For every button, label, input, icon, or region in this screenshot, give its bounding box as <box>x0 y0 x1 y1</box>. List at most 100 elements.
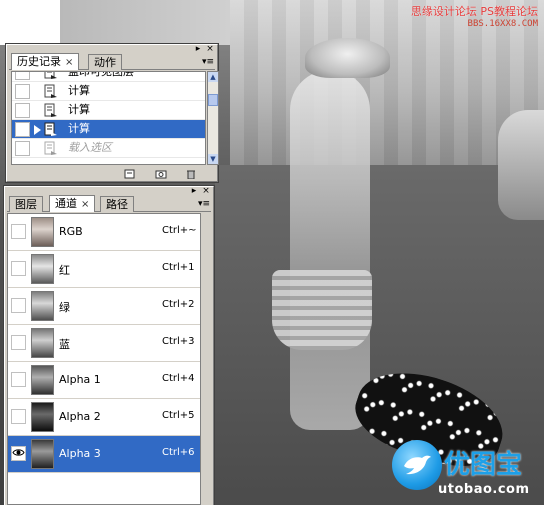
scroll-up-icon[interactable]: ▲ <box>208 72 218 82</box>
channel-name: Alpha 1 <box>59 373 101 386</box>
channel-row-green[interactable]: 绿 Ctrl+2 <box>8 288 200 325</box>
history-scrollbar[interactable]: ▲ ▼ <box>207 71 219 165</box>
panel-menu-icon[interactable]: ▾≡ <box>201 56 215 68</box>
tab-actions-label: 动作 <box>94 56 116 69</box>
bird-icon <box>392 440 442 490</box>
history-item[interactable]: 计算 <box>12 82 205 101</box>
history-item[interactable]: 计算 <box>12 101 205 120</box>
channel-row-alpha3[interactable]: Alpha 3 Ctrl+6 <box>8 436 200 473</box>
history-item-label: 计算 <box>68 122 90 135</box>
channel-name: Alpha 3 <box>59 447 101 460</box>
visibility-toggle[interactable] <box>11 261 26 276</box>
tab-history[interactable]: 历史记录 × <box>11 53 80 70</box>
channel-row-alpha1[interactable]: Alpha 1 Ctrl+4 <box>8 362 200 399</box>
history-source-checkbox[interactable] <box>15 141 30 156</box>
channel-name: 红 <box>59 264 70 277</box>
tab-layers-label: 图层 <box>15 198 37 211</box>
history-item-selected[interactable]: 计算 <box>12 120 205 139</box>
visibility-toggle[interactable] <box>11 372 26 387</box>
history-source-checkbox[interactable] <box>15 122 30 137</box>
channel-thumbnail <box>31 439 54 469</box>
canvas-sky-region <box>60 0 230 45</box>
channel-thumbnail <box>31 291 54 321</box>
history-item-label: 计算 <box>68 103 90 116</box>
close-icon[interactable]: × <box>205 45 215 54</box>
visibility-toggle[interactable] <box>11 298 26 313</box>
channel-shortcut: Ctrl+1 <box>162 262 195 273</box>
history-panel: ▸ × 历史记录 × 动作 ▾≡ 盖印可见图层 计算 计算 计算 载入选区 ▲ … <box>6 44 219 182</box>
canvas-model-figure <box>290 70 370 430</box>
channels-list: RGB Ctrl+~ 红 Ctrl+1 绿 Ctrl+2 蓝 Ctrl+3 Al… <box>7 213 201 505</box>
trash-icon[interactable] <box>185 169 197 180</box>
watermark-top-line1: 思缘设计论坛 PS教程论坛 <box>410 5 538 18</box>
channel-row-red[interactable]: 红 Ctrl+1 <box>8 251 200 288</box>
channel-thumbnail <box>31 217 54 247</box>
history-source-checkbox[interactable] <box>15 84 30 99</box>
channels-panel-titlebar[interactable]: ▸ × <box>5 187 213 196</box>
history-state-pointer-icon[interactable] <box>34 125 41 135</box>
channel-row-blue[interactable]: 蓝 Ctrl+3 <box>8 325 200 362</box>
scroll-down-icon[interactable]: ▼ <box>208 154 218 164</box>
history-item[interactable]: 盖印可见图层 <box>12 71 205 82</box>
history-item-label: 计算 <box>68 84 90 97</box>
channel-name: 绿 <box>59 301 70 314</box>
channel-shortcut: Ctrl+5 <box>162 410 195 421</box>
history-footer <box>7 167 217 181</box>
channel-row-alpha2[interactable]: Alpha 2 Ctrl+5 <box>8 399 200 436</box>
history-panel-tabs: 历史记录 × 动作 <box>9 53 215 70</box>
tab-layers[interactable]: 图层 <box>9 196 43 212</box>
visibility-toggle[interactable] <box>11 335 26 350</box>
tab-close-icon[interactable]: × <box>65 57 73 68</box>
channels-panel: ▸ × 图层 通道 × 路径 ▾≡ RGB Ctrl+~ 红 Ctrl+1 绿 … <box>4 186 214 505</box>
tab-channels[interactable]: 通道 × <box>49 195 96 212</box>
history-step-icon <box>44 84 58 99</box>
channel-thumbnail <box>31 254 54 284</box>
channel-shortcut: Ctrl+4 <box>162 373 195 384</box>
scroll-thumb[interactable] <box>208 94 218 106</box>
eye-icon[interactable] <box>11 446 26 461</box>
new-document-icon[interactable] <box>123 169 135 179</box>
canvas-edge <box>0 0 60 45</box>
visibility-toggle[interactable] <box>11 409 26 424</box>
tab-channels-label: 通道 <box>55 197 77 210</box>
close-icon[interactable]: × <box>201 187 211 196</box>
channel-row-rgb[interactable]: RGB Ctrl+~ <box>8 214 200 251</box>
canvas-model-skirt <box>272 270 372 350</box>
panel-menu-icon[interactable]: ▾≡ <box>197 198 211 210</box>
tab-actions[interactable]: 动作 <box>88 54 122 70</box>
channel-thumbnail <box>31 365 54 395</box>
watermark-brand: 优图宝 <box>444 450 523 480</box>
tab-close-icon[interactable]: × <box>81 199 89 210</box>
watermark-top-line2: BBS.16XX8.COM <box>467 19 538 29</box>
tab-paths-label: 路径 <box>106 198 128 211</box>
history-step-icon <box>44 103 58 118</box>
snapshot-icon[interactable] <box>155 169 167 179</box>
history-item-label: 载入选区 <box>68 141 112 154</box>
history-item-label: 盖印可见图层 <box>68 71 134 78</box>
channel-name: Alpha 2 <box>59 410 101 423</box>
channel-shortcut: Ctrl+2 <box>162 299 195 310</box>
watermark-top: 思缘设计论坛 PS教程论坛 BBS.16XX8.COM <box>411 6 538 30</box>
history-panel-titlebar[interactable]: ▸ × <box>7 45 217 54</box>
history-list: 盖印可见图层 计算 计算 计算 载入选区 <box>11 71 206 165</box>
channels-scrollbar[interactable] <box>202 213 213 505</box>
channel-name: 蓝 <box>59 338 70 351</box>
channel-thumbnail <box>31 402 54 432</box>
watermark-url: utobao.com <box>438 482 530 497</box>
channel-name: RGB <box>59 225 83 238</box>
watermark-bottom: 优图宝 utobao.com <box>392 440 542 502</box>
collapse-icon[interactable]: ▸ <box>193 45 203 54</box>
history-step-icon <box>44 72 58 80</box>
history-source-checkbox[interactable] <box>15 72 30 80</box>
channels-panel-tabs: 图层 通道 × 路径 <box>7 195 211 212</box>
history-item[interactable]: 载入选区 <box>12 139 205 158</box>
canvas-car <box>498 110 544 220</box>
history-source-checkbox[interactable] <box>15 103 30 118</box>
visibility-toggle[interactable] <box>11 224 26 239</box>
history-step-icon <box>44 141 58 156</box>
collapse-icon[interactable]: ▸ <box>189 187 199 196</box>
channel-shortcut: Ctrl+~ <box>162 225 197 236</box>
channel-shortcut: Ctrl+6 <box>162 447 195 458</box>
history-step-icon <box>44 122 58 137</box>
tab-paths[interactable]: 路径 <box>100 196 134 212</box>
